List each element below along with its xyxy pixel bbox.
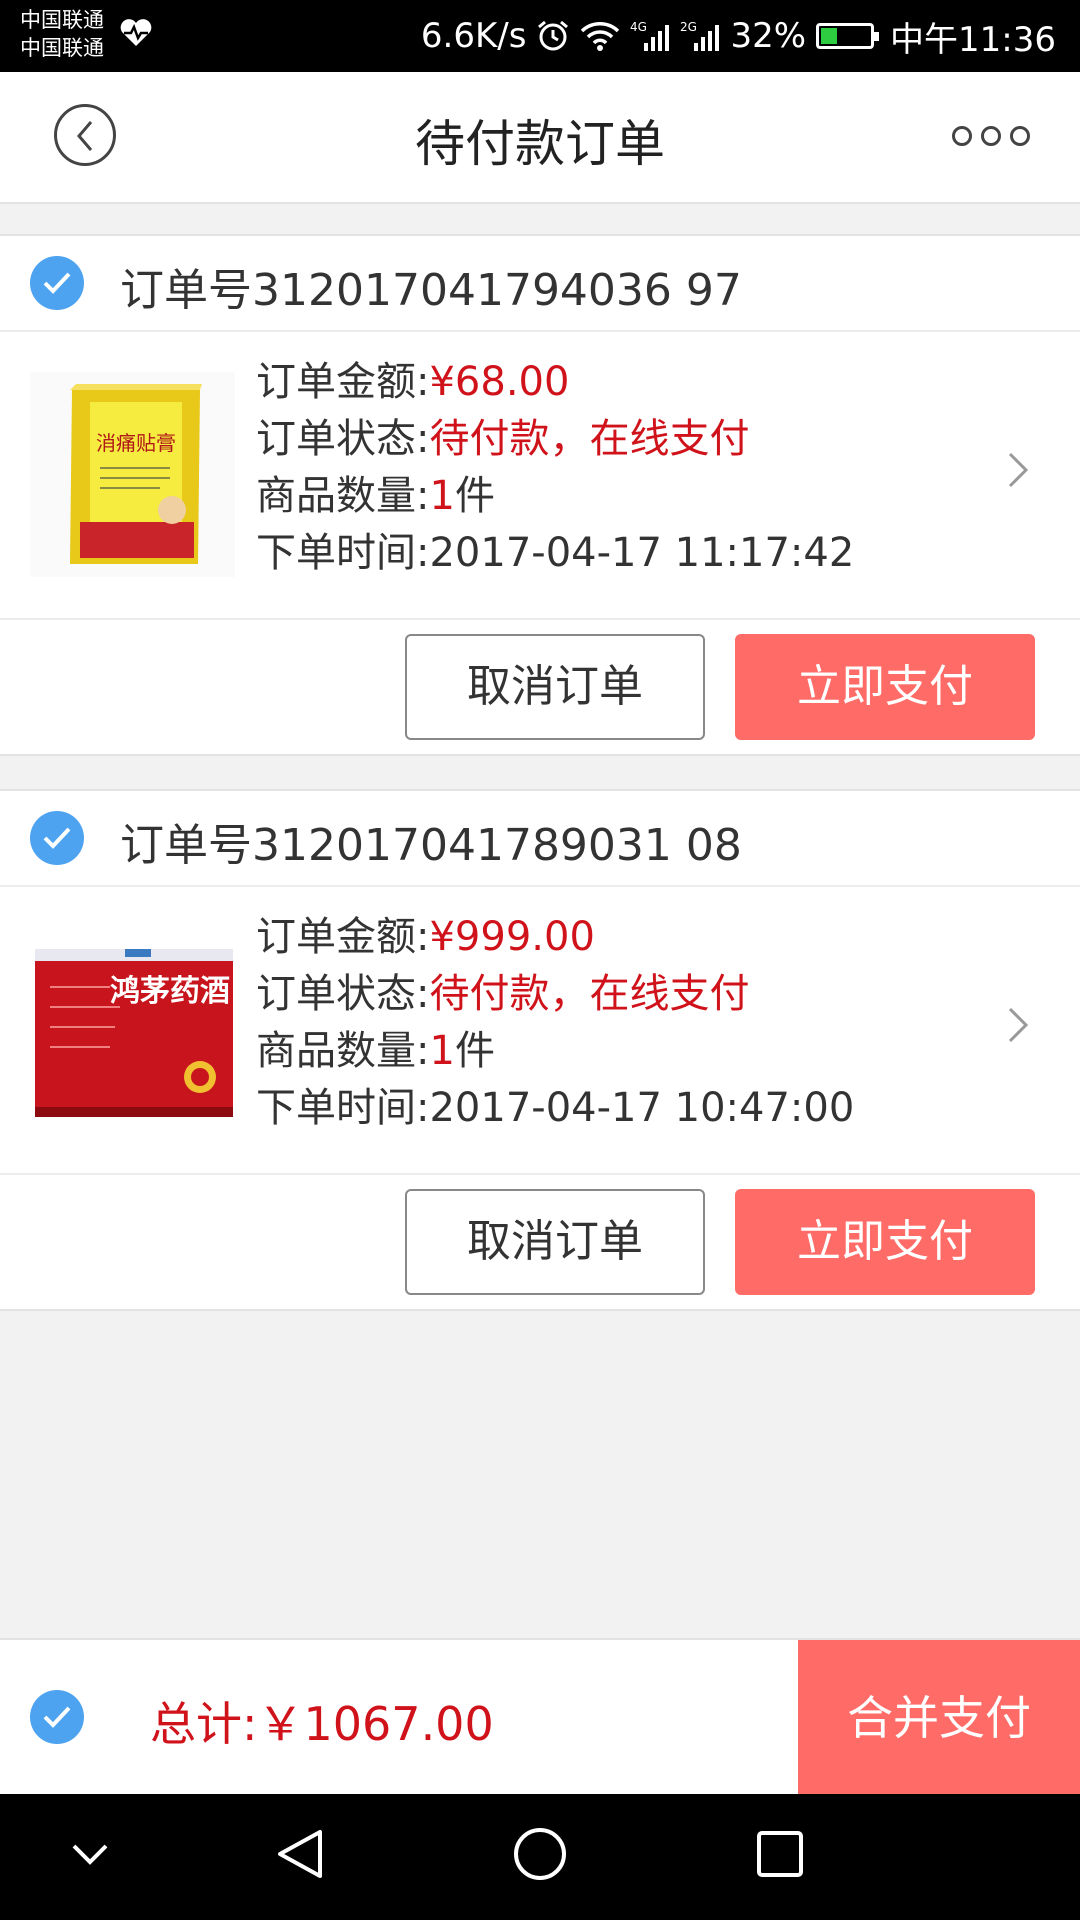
nav-back-icon[interactable] (272, 1824, 328, 1884)
order-number: 订单号312017041789031 08 (120, 820, 742, 871)
nav-recents-icon[interactable] (752, 1824, 808, 1884)
system-nav-bar (0, 1794, 1080, 1920)
more-dots-icon[interactable] (943, 126, 1030, 146)
qty-unit: 件 (454, 473, 495, 519)
product-label: 消痛贴膏 (96, 431, 176, 455)
wifi-icon (581, 22, 620, 51)
order-checkbox[interactable] (30, 811, 84, 865)
qty-label: 商品数量: (256, 1028, 430, 1074)
order-status: 待付款，在线支付 (429, 971, 750, 1017)
order-info: 订单金额:¥999.00 订单状态:待付款，在线支付 商品数量:1件 下单时间:… (256, 909, 854, 1137)
qty-label: 商品数量: (256, 473, 430, 519)
carrier-info: 中国联通 中国联通 (20, 6, 104, 62)
network-speed: 6.6K/s (420, 16, 527, 56)
nav-home-icon[interactable] (510, 1824, 570, 1884)
amount-label: 订单金额: (256, 914, 430, 960)
battery-icon (816, 23, 880, 49)
qty-unit: 件 (454, 1028, 495, 1074)
order-card: 订单号312017041794036 97 消痛贴膏 订单金额:¥68.00 订… (0, 234, 1080, 756)
svg-text:4G: 4G (630, 20, 647, 34)
order-qty: 1 (429, 473, 455, 519)
order-actions: 取消订单 立即支付 (0, 1175, 1080, 1309)
product-image: 消痛贴膏 (30, 372, 235, 577)
order-header: 订单号312017041794036 97 (0, 236, 1080, 332)
check-icon (43, 1706, 71, 1728)
carrier-2: 中国联通 (20, 36, 104, 60)
order-time: 2017-04-17 10:47:00 (429, 1085, 855, 1131)
order-detail[interactable]: 鸿茅药酒 订单金额:¥999.00 订单状态:待付款，在线支付 商品数量:1件 … (0, 887, 1080, 1175)
heart-rate-icon (120, 19, 152, 46)
total-amount: 总计:￥1067.00 (150, 1697, 494, 1751)
page-title: 待付款订单 (415, 115, 665, 173)
check-icon (43, 272, 71, 294)
order-amount: ¥68.00 (429, 359, 570, 405)
order-amount: ¥999.00 (429, 914, 595, 960)
order-time: 2017-04-17 11:17:42 (429, 530, 855, 576)
status-label: 订单状态: (256, 971, 430, 1017)
order-card: 订单号312017041789031 08 鸿茅药酒 订单金额:¥999.00 … (0, 789, 1080, 1311)
alarm-icon (538, 20, 569, 51)
chevron-right-icon (1008, 452, 1029, 488)
order-status: 待付款，在线支付 (429, 416, 750, 462)
amount-label: 订单金额: (256, 359, 430, 405)
checkout-bar: 总计:￥1067.00 合并支付 (0, 1638, 1080, 1796)
order-qty: 1 (429, 1028, 455, 1074)
signal-4g-icon: 4G (630, 20, 670, 51)
chevron-down-icon[interactable] (68, 1824, 112, 1884)
check-icon (43, 827, 71, 849)
order-header: 订单号312017041789031 08 (0, 791, 1080, 887)
order-info: 订单金额:¥68.00 订单状态:待付款，在线支付 商品数量:1件 下单时间:2… (256, 354, 854, 582)
product-label: 鸿茅药酒 (110, 974, 230, 1009)
time-label: 下单时间: (256, 530, 430, 576)
app-header: 待付款订单 (0, 72, 1080, 204)
order-actions: 取消订单 立即支付 (0, 620, 1080, 754)
time-label: 下单时间: (256, 1085, 430, 1131)
clock: 中午11:36 (890, 19, 1056, 60)
carrier-1: 中国联通 (20, 8, 104, 32)
pay-now-button[interactable]: 立即支付 (735, 634, 1035, 740)
svg-text:2G: 2G (680, 20, 697, 34)
select-all-checkbox[interactable] (30, 1690, 84, 1744)
battery-percent: 32% (730, 16, 807, 56)
order-detail[interactable]: 消痛贴膏 订单金额:¥68.00 订单状态:待付款，在线支付 商品数量:1件 下… (0, 332, 1080, 620)
merge-pay-button[interactable]: 合并支付 (798, 1640, 1080, 1796)
cancel-order-button[interactable]: 取消订单 (405, 1189, 705, 1295)
status-bar: 中国联通 中国联通 6.6K/s 4G 2G 32% 中午11:36 (0, 0, 1080, 72)
signal-2g-icon: 2G (680, 20, 720, 51)
order-number: 订单号312017041794036 97 (120, 265, 742, 316)
order-checkbox[interactable] (30, 256, 84, 310)
chevron-right-icon (1008, 1007, 1029, 1043)
product-image: 鸿茅药酒 (30, 927, 235, 1132)
pay-now-button[interactable]: 立即支付 (735, 1189, 1035, 1295)
status-label: 订单状态: (256, 416, 430, 462)
cancel-order-button[interactable]: 取消订单 (405, 634, 705, 740)
